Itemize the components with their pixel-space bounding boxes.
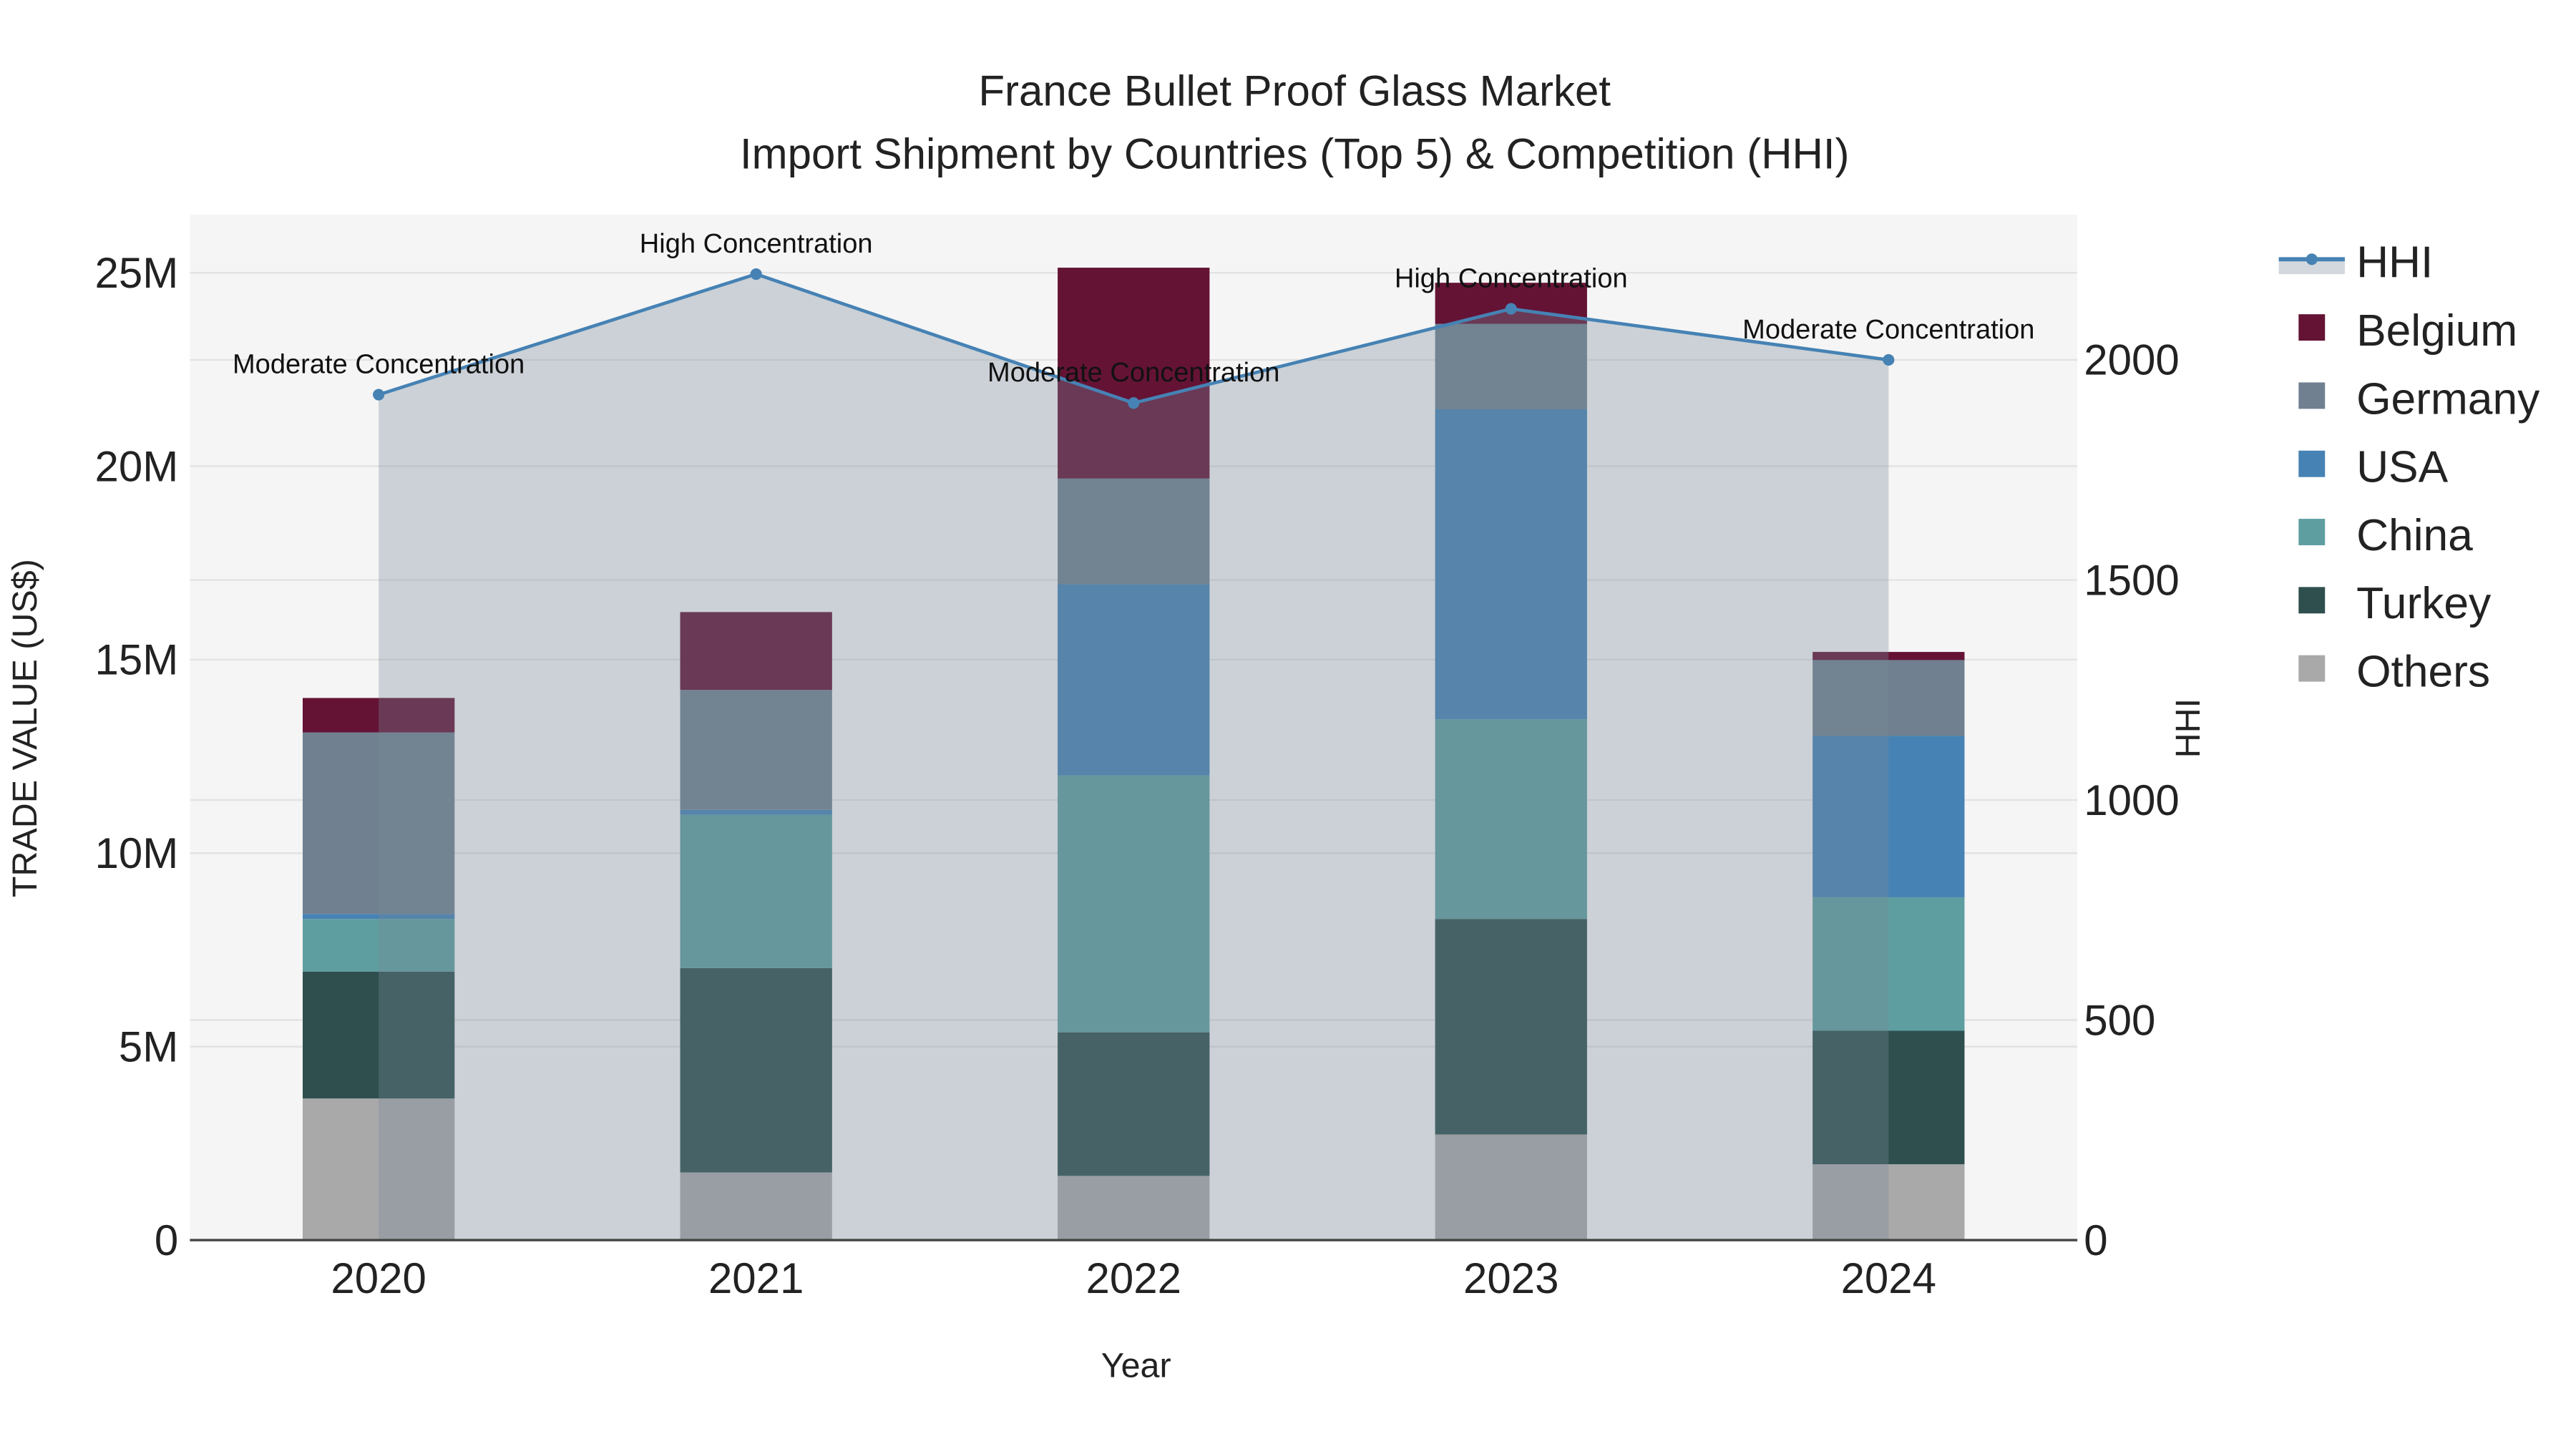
hhi-annotation: High Concentration <box>1395 264 1628 294</box>
legend-item-turkey[interactable]: Turkey <box>2356 579 2492 628</box>
legend-swatch-belgium <box>2298 314 2326 341</box>
y-tick-label: 15M <box>95 636 179 684</box>
chart: Moderate Concentration High Concentration… <box>6 67 2540 1385</box>
y-tick-label: 20M <box>95 442 179 490</box>
legend-hhi-marker-icon <box>2306 253 2318 265</box>
x-tick-label: 2022 <box>1085 1254 1181 1302</box>
y-tick-label: 5M <box>119 1023 178 1070</box>
y2-tick-label: 1000 <box>2084 776 2179 824</box>
x-tick-label: 2023 <box>1463 1254 1558 1302</box>
y-tick-label: 0 <box>155 1216 178 1264</box>
y2-tick-label: 0 <box>2084 1216 2107 1264</box>
hhi-annotation: High Concentration <box>640 229 873 259</box>
y-axis-title: TRADE VALUE (US$) <box>6 559 44 897</box>
legend-swatch-china <box>2298 519 2326 545</box>
chart-subtitle: Import Shipment by Countries (Top 5) & C… <box>740 130 1850 177</box>
y2-tick-label: 2000 <box>2084 336 2179 384</box>
x-tick-label: 2021 <box>708 1254 804 1302</box>
y2-tick-label: 500 <box>2084 996 2155 1044</box>
x-tick-label: 2024 <box>1841 1254 1936 1302</box>
legend-swatch-others <box>2298 655 2326 682</box>
chart-title: France Bullet Proof Glass Market <box>978 67 1611 115</box>
legend: HHI Belgium Germany USA China Turkey Others <box>2278 238 2540 697</box>
hhi-point-2023[interactable] <box>1505 303 1517 315</box>
legend-swatch-usa <box>2298 450 2326 477</box>
legend-item-germany[interactable]: Germany <box>2356 374 2540 424</box>
x-tick-label: 2020 <box>331 1254 426 1302</box>
y2-tick-label: 1500 <box>2084 556 2179 604</box>
hhi-point-2020[interactable] <box>373 389 385 401</box>
hhi-point-2022[interactable] <box>1128 397 1140 409</box>
x-axis-title: Year <box>1101 1347 1171 1385</box>
y-tick-label: 10M <box>95 829 179 877</box>
hhi-annotation: Moderate Concentration <box>1742 315 2034 345</box>
legend-item-hhi[interactable]: HHI <box>2356 238 2433 288</box>
legend-swatch-germany <box>2298 382 2326 409</box>
hhi-point-2021[interactable] <box>750 268 762 280</box>
y2-axis-title: HHI <box>2169 698 2207 758</box>
legend-item-usa[interactable]: USA <box>2356 443 2449 492</box>
hhi-annotation: Moderate Concentration <box>233 350 525 380</box>
hhi-area <box>379 274 1889 1241</box>
legend-item-china[interactable]: China <box>2356 511 2473 560</box>
legend-item-belgium[interactable]: Belgium <box>2356 306 2517 356</box>
hhi-point-2024[interactable] <box>1883 353 1895 366</box>
legend-item-others[interactable]: Others <box>2356 648 2490 697</box>
y-tick-label: 25M <box>95 249 179 297</box>
legend-swatch-turkey <box>2298 587 2326 614</box>
hhi-annotation: Moderate Concentration <box>987 358 1279 388</box>
